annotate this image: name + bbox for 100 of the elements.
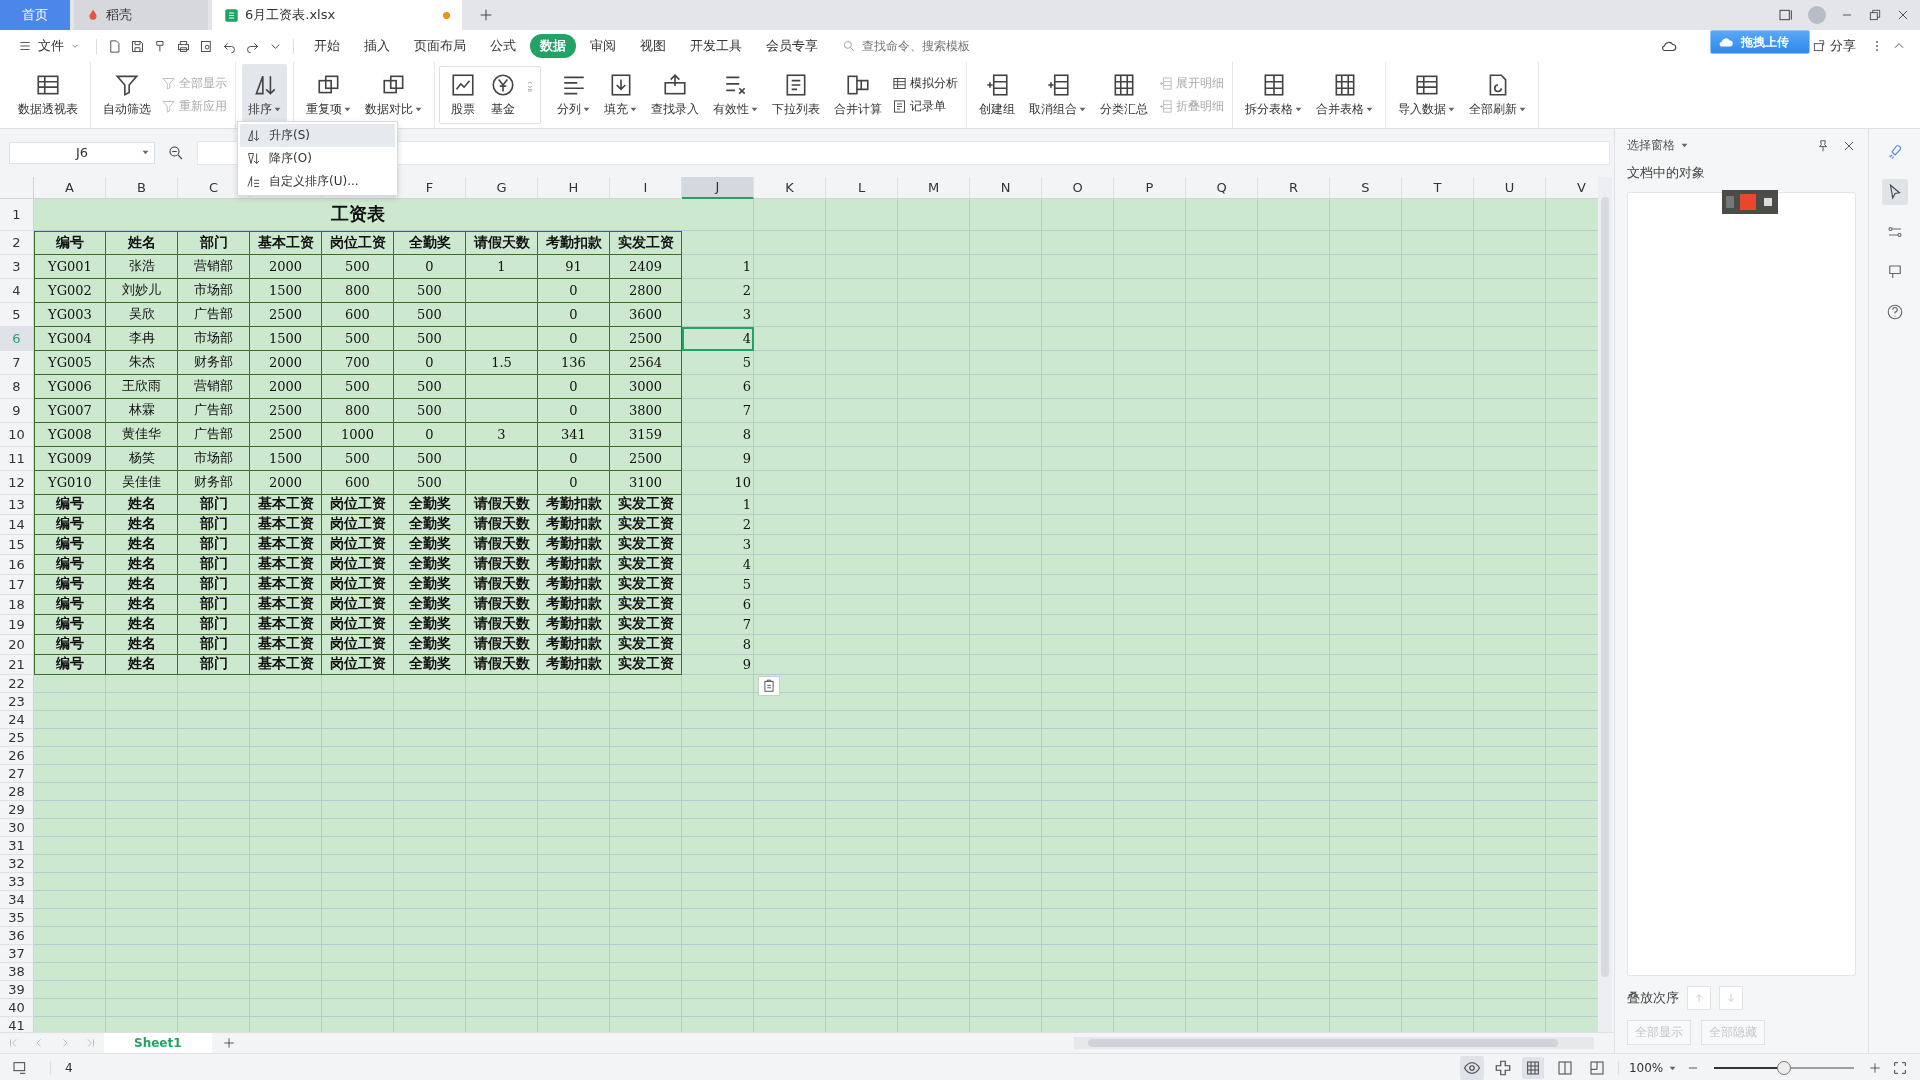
file-menu[interactable]: 文件 — [12, 35, 86, 57]
table-cell: 1500 — [250, 446, 322, 471]
row-header[interactable]: 1 — [0, 198, 34, 231]
toolbar-button[interactable]: 全部刷新 — [1463, 64, 1532, 126]
row-header[interactable]: 21 — [0, 654, 34, 675]
column-header[interactable]: L — [826, 176, 898, 199]
ribbon-tab[interactable]: 页面布局 — [404, 34, 476, 58]
toolbar-button[interactable]: 导入数据 — [1392, 64, 1461, 126]
row-header[interactable]: 16 — [0, 554, 34, 575]
table-cell: 基本工资 — [250, 534, 322, 555]
toolbar-button[interactable]: 查找录入 — [645, 64, 705, 126]
menu-item[interactable]: 升序(S) — [240, 124, 395, 147]
column-header[interactable]: F — [394, 176, 466, 199]
column-header[interactable]: B — [106, 176, 178, 199]
table-cell: 500 — [322, 446, 394, 471]
toolbar-button[interactable]: 数据透视表 — [12, 64, 84, 126]
row-header[interactable]: 14 — [0, 514, 34, 535]
row-header[interactable]: 18 — [0, 594, 34, 615]
pane-title[interactable]: 选择窗格 — [1627, 137, 1688, 154]
table-cell: 2800 — [610, 278, 682, 303]
row-header[interactable]: 9 — [0, 398, 34, 423]
table-cell: 部门 — [178, 534, 250, 555]
search-field[interactable]: 查找命令、搜索模板 — [860, 38, 994, 54]
toolbar-button[interactable]: 合并表格 — [1310, 64, 1379, 126]
toolbar-button[interactable]: 模拟分析 — [890, 75, 960, 92]
row-header[interactable]: 10 — [0, 422, 34, 447]
zoom-level[interactable]: 100% — [1617, 1061, 1676, 1075]
table-cell: 基本工资 — [250, 634, 322, 655]
row-header[interactable]: 8 — [0, 374, 34, 399]
table-cell: 广告部 — [178, 398, 250, 423]
table-cell: 请假天数 — [466, 594, 538, 615]
toolbar-button[interactable]: 有效性 — [707, 64, 764, 126]
column-header[interactable]: Q — [1186, 176, 1258, 199]
table-cell: 考勤扣款 — [538, 614, 610, 635]
row-header[interactable]: 19 — [0, 614, 34, 635]
column-header[interactable]: A — [34, 176, 106, 199]
column-header[interactable]: K — [754, 176, 826, 199]
column-header[interactable]: I — [610, 176, 682, 199]
toolbar-button[interactable]: 数据对比 — [359, 64, 428, 126]
toolbar-button[interactable]: 合并计算 — [828, 64, 888, 126]
table-cell: 岗位工资 — [322, 594, 394, 615]
document-tab[interactable]: 稻壳 — [74, 0, 208, 30]
toolbar-button[interactable]: 自动筛选 — [97, 64, 157, 126]
row-header[interactable]: 17 — [0, 574, 34, 595]
row-header[interactable]: 11 — [0, 446, 34, 471]
document-tab[interactable]: 6月工资表.xlsx — [212, 0, 462, 30]
table-cell: 岗位工资 — [322, 534, 394, 555]
toolbar-button[interactable]: 创建组 — [973, 64, 1021, 126]
column-header[interactable]: T — [1402, 176, 1474, 199]
column-header[interactable]: M — [898, 176, 970, 199]
row-header[interactable]: 12 — [0, 470, 34, 495]
table-cell: 0 — [394, 422, 466, 447]
row-header[interactable]: 7 — [0, 350, 34, 375]
column-header[interactable]: N — [970, 176, 1042, 199]
column-header[interactable]: P — [1114, 176, 1186, 199]
column-header[interactable]: O — [1042, 176, 1114, 199]
row-header[interactable]: 4 — [0, 278, 34, 303]
ribbon-tab[interactable]: 开始 — [304, 34, 350, 58]
ribbon-tab[interactable]: 审阅 — [580, 34, 626, 58]
toolbar-button[interactable]: 股票 — [444, 67, 482, 123]
table-cell: 91 — [538, 254, 610, 279]
table-cell: 实发工资 — [610, 534, 682, 555]
menu-item[interactable]: 降序(O) — [240, 147, 395, 170]
toolbar-button[interactable]: 重复项 — [300, 64, 357, 126]
toolbar-button[interactable]: 分类汇总 — [1094, 64, 1154, 126]
table-cell: 0 — [394, 350, 466, 375]
column-header[interactable]: J — [682, 176, 754, 199]
toolbar-button[interactable]: 分列 — [551, 64, 596, 126]
ribbon-tab[interactable]: 开发工具 — [680, 34, 752, 58]
column-header[interactable]: H — [538, 176, 610, 199]
toolbar-button[interactable]: 记录单 — [890, 98, 960, 115]
toolbar-button[interactable]: 拆分表格 — [1239, 64, 1308, 126]
table-cell-text: 10 — [733, 474, 752, 493]
table-cell: YG009 — [34, 446, 106, 471]
ribbon-tab[interactable]: 公式 — [480, 34, 526, 58]
table-cell: 吴欣 — [106, 302, 178, 327]
document-tab[interactable]: 首页 — [0, 0, 70, 30]
row-header[interactable]: 15 — [0, 534, 34, 555]
toolbar-button[interactable]: 取消组合 — [1023, 64, 1092, 126]
row-header[interactable]: 20 — [0, 634, 34, 655]
row-header[interactable]: 2 — [0, 230, 34, 255]
toolbar-button[interactable]: 填充 — [598, 64, 643, 126]
name-box[interactable]: J6 — [9, 141, 155, 164]
row-header[interactable]: 5 — [0, 302, 34, 327]
toolbar-button[interactable]: 基金 — [484, 67, 522, 123]
column-header[interactable]: R — [1258, 176, 1330, 199]
table-cell: 实发工资 — [610, 230, 682, 255]
column-header[interactable]: V — [1546, 176, 1598, 199]
table-cell: 2500 — [250, 422, 322, 447]
row-header[interactable]: 3 — [0, 254, 34, 279]
ribbon-tab[interactable]: 视图 — [630, 34, 676, 58]
row-header[interactable]: 13 — [0, 494, 34, 515]
selected-cell[interactable]: 4 — [682, 326, 754, 351]
table-cell: 全勤奖 — [394, 654, 466, 675]
column-header[interactable]: G — [466, 176, 538, 199]
toolbar-button[interactable]: 下拉列表 — [766, 64, 826, 126]
ribbon-tab[interactable]: 插入 — [354, 34, 400, 58]
column-header[interactable]: S — [1330, 176, 1402, 199]
ribbon-tab[interactable]: 会员专享 — [756, 34, 828, 58]
column-header[interactable]: U — [1474, 176, 1546, 199]
